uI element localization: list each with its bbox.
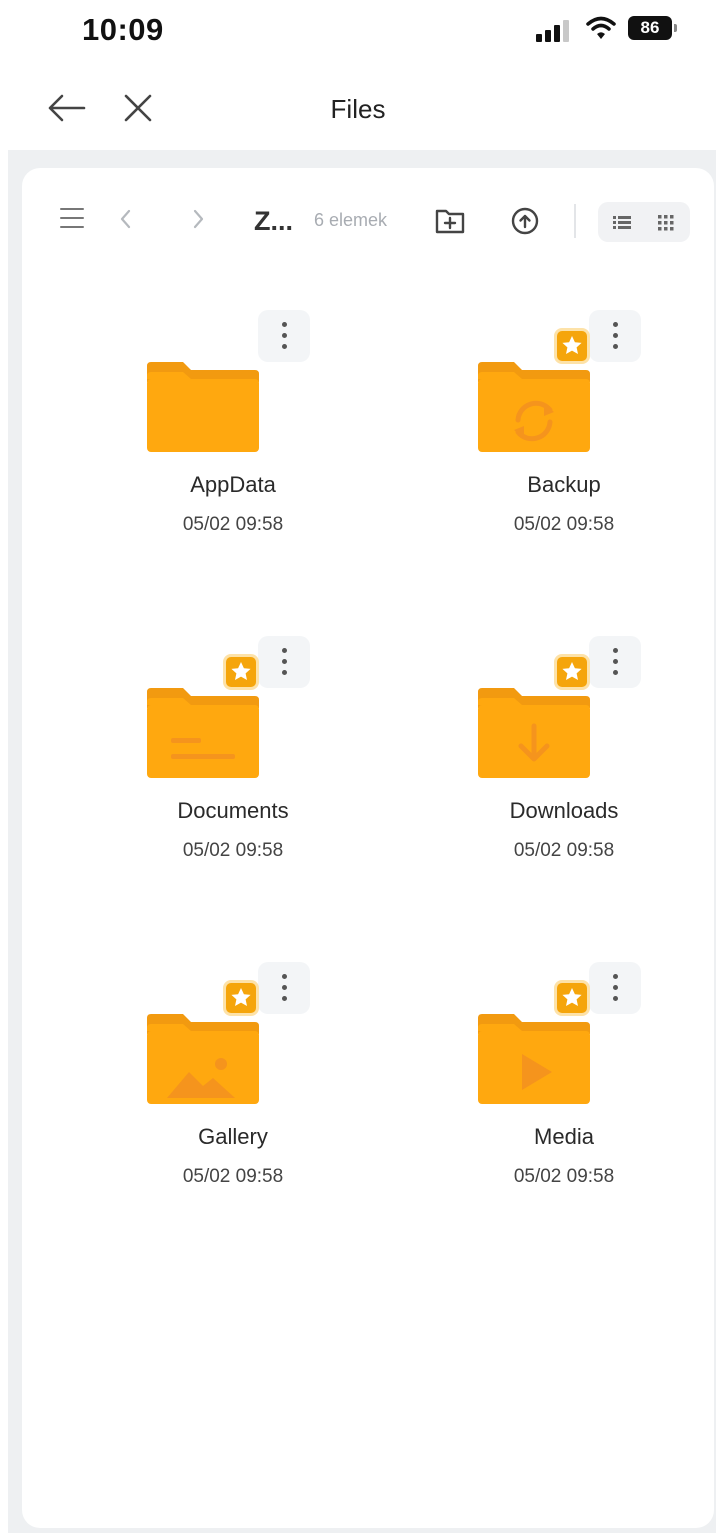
chevron-left-icon[interactable] — [116, 206, 134, 232]
more-options-icon[interactable] — [258, 310, 310, 362]
more-options-icon[interactable] — [258, 636, 310, 688]
folder-date: 05/02 09:58 — [513, 514, 615, 535]
star-icon — [554, 980, 590, 1016]
folder-name: Downloads — [509, 798, 619, 823]
status-bar: 10:09 86 — [0, 0, 716, 60]
status-time: 10:09 — [82, 12, 164, 47]
folder-item[interactable]: Backup 05/02 09:58 — [414, 310, 714, 570]
folder-date: 05/02 09:58 — [182, 840, 284, 861]
list-view-icon[interactable] — [602, 206, 642, 238]
folder-icon[interactable] — [474, 998, 614, 1108]
upload-icon[interactable] — [510, 206, 540, 236]
battery-level: 86 — [628, 16, 672, 40]
more-options-icon[interactable] — [589, 962, 641, 1014]
current-path[interactable]: Z... — [254, 206, 293, 237]
folder-name: Gallery — [198, 1124, 268, 1149]
folder-item[interactable]: AppData 05/02 09:58 — [83, 310, 383, 570]
battery-icon: 86 — [628, 16, 678, 40]
more-options-icon[interactable] — [589, 310, 641, 362]
toolbar-divider — [574, 204, 576, 238]
folder-item[interactable]: Documents 05/02 09:58 — [83, 636, 383, 896]
chevron-right-icon[interactable] — [190, 206, 208, 232]
folder-name: AppData — [190, 472, 276, 497]
item-count: 6 elemek — [314, 210, 388, 230]
star-icon — [554, 328, 590, 364]
folder-icon[interactable] — [474, 346, 614, 456]
page-title: Files — [330, 94, 386, 124]
folder-item[interactable]: Media 05/02 09:58 — [414, 962, 714, 1222]
new-folder-icon[interactable] — [434, 206, 466, 236]
star-icon — [554, 654, 590, 690]
folder-item[interactable]: Gallery 05/02 09:58 — [83, 962, 383, 1222]
folder-name: Media — [534, 1124, 594, 1149]
folder-date: 05/02 09:58 — [513, 840, 615, 861]
grid-view-icon[interactable] — [646, 206, 686, 238]
view-mode-toggle — [598, 202, 690, 242]
file-toolbar: Z... 6 elemek — [22, 186, 714, 256]
top-nav-bar: Files — [0, 70, 716, 148]
folder-icon[interactable] — [143, 672, 283, 782]
folder-item[interactable]: Downloads 05/02 09:58 — [414, 636, 714, 896]
folder-icon[interactable] — [474, 672, 614, 782]
more-options-icon[interactable] — [258, 962, 310, 1014]
star-icon — [223, 980, 259, 1016]
folder-name: Backup — [527, 472, 601, 497]
cellular-signal-icon — [536, 18, 574, 42]
folder-icon[interactable] — [143, 346, 283, 456]
menu-icon[interactable] — [60, 206, 84, 230]
folder-date: 05/02 09:58 — [513, 1166, 615, 1187]
folder-date: 05/02 09:58 — [182, 1166, 284, 1187]
folder-name: Documents — [177, 798, 289, 823]
folder-icon[interactable] — [143, 998, 283, 1108]
folder-date: 05/02 09:58 — [182, 514, 284, 535]
wifi-icon — [586, 14, 616, 42]
star-icon — [223, 654, 259, 690]
more-options-icon[interactable] — [589, 636, 641, 688]
